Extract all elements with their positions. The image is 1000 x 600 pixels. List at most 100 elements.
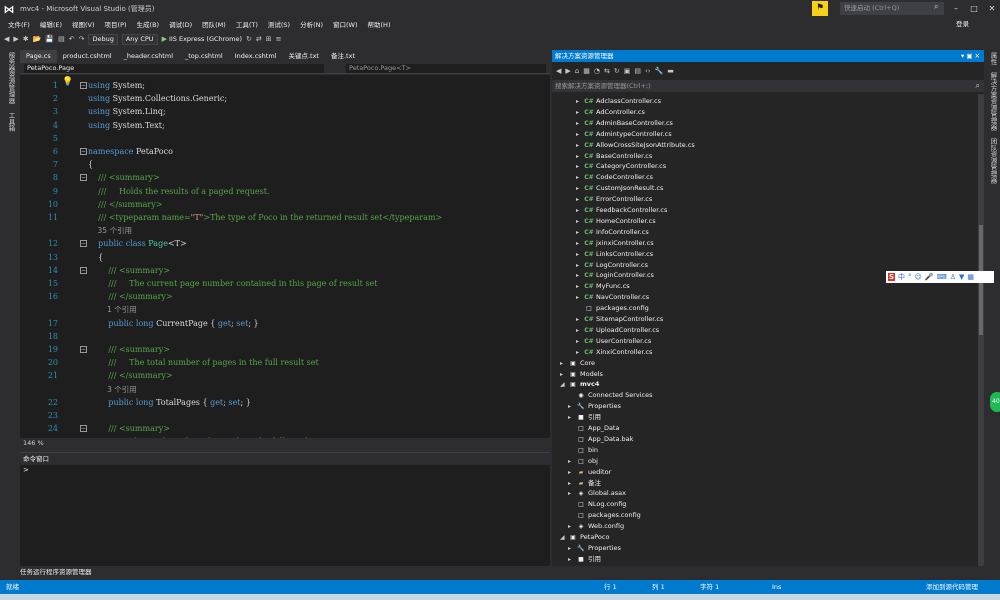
tree-item[interactable]: ▸ C# CategoryController.cs xyxy=(576,161,666,172)
expand-arrow-icon[interactable]: ▸ xyxy=(576,325,584,336)
ime-toolbar[interactable]: S 中 ° ☺ 🎤 ⌨ ♙ ▼ ▦ xyxy=(886,271,994,283)
code-line[interactable]: 2 using System.Collections.Generic; xyxy=(20,92,550,105)
configuration-select[interactable]: Debug xyxy=(88,33,118,45)
tree-item[interactable]: ▸ ■ 引用 xyxy=(568,554,601,565)
code-line[interactable]: 9 /// Holds the results of a paged reque… xyxy=(20,185,550,198)
preview-icon[interactable]: ▬ xyxy=(667,67,674,75)
tree-item[interactable]: ▸ □ obj xyxy=(568,456,598,467)
login-link[interactable]: 登录 xyxy=(956,18,969,28)
view-code-icon[interactable]: ‹› xyxy=(645,67,651,75)
solution-explorer-tab[interactable]: 解决方案资源管理器 xyxy=(988,72,998,131)
tree-item[interactable]: □ NLog.config xyxy=(568,499,626,510)
code-line[interactable]: 3 using System.Linq; xyxy=(20,105,550,118)
document-tab[interactable]: product.cshtml xyxy=(57,50,118,63)
tree-item[interactable]: ▸ ▣ Core xyxy=(560,358,595,369)
tree-item[interactable]: ▸ C# MyFunc.cs xyxy=(576,281,630,292)
show-all-files-icon[interactable]: ▤ xyxy=(634,67,641,75)
menu-item[interactable]: 文件(F) xyxy=(8,19,30,29)
tree-item[interactable]: ▸ C# NavController.cs xyxy=(576,292,649,303)
task-runner-explorer-tab[interactable]: 任务运行程序资源管理器 xyxy=(20,566,92,576)
user-icon[interactable]: ♙ xyxy=(950,273,956,281)
expand-arrow-icon[interactable]: ▸ xyxy=(576,140,584,151)
code-line[interactable]: 7{ xyxy=(20,158,550,171)
expand-arrow-icon[interactable]: ▸ xyxy=(576,151,584,162)
forward-icon[interactable]: ▶ xyxy=(13,35,18,43)
expand-arrow-icon[interactable]: ▸ xyxy=(576,292,584,303)
expand-arrow-icon[interactable]: ▸ xyxy=(568,467,576,478)
tree-item[interactable]: □ packages.config xyxy=(568,510,641,521)
redo-icon[interactable]: ↷ xyxy=(79,35,85,43)
code-line[interactable]: 10 /// </summary> xyxy=(20,198,550,211)
refresh-icon[interactable]: ↻ xyxy=(614,67,620,75)
code-line[interactable]: 21 /// </summary> xyxy=(20,369,550,382)
member-dropdown[interactable]: PetaPoco.Page<T> xyxy=(346,64,546,73)
tree-item[interactable]: ▸ C# SitemapController.cs xyxy=(576,314,663,325)
tree-item[interactable]: ▸ ▣ Models xyxy=(560,369,603,380)
document-tab[interactable]: 备注.txt xyxy=(325,50,361,63)
pending-changes-icon[interactable]: ◔ xyxy=(594,67,600,75)
document-tab[interactable]: _top.cshtml xyxy=(179,50,229,63)
fold-toggle-icon[interactable]: − xyxy=(80,240,87,248)
expand-arrow-icon[interactable]: ▸ xyxy=(576,216,584,227)
save-all-icon[interactable]: ▤ xyxy=(58,35,65,43)
save-icon[interactable]: 💾 xyxy=(45,35,54,43)
add-to-source-control-button[interactable]: 添加到源代码管理 xyxy=(926,580,978,594)
menu-item[interactable]: 团队(M) xyxy=(202,19,226,29)
tree-item[interactable]: ▸ ▰ 备注 xyxy=(568,478,601,489)
code-line[interactable]: 20 /// The total number of pages in the … xyxy=(20,356,550,369)
expand-arrow-icon[interactable]: ▸ xyxy=(576,347,584,358)
platform-select[interactable]: Any CPU xyxy=(121,33,158,45)
document-tab[interactable]: _header.cshtml xyxy=(118,50,179,63)
code-line[interactable]: 24 − /// <summary> xyxy=(20,422,550,435)
expand-arrow-icon[interactable]: ▸ xyxy=(568,478,576,489)
expand-arrow-icon[interactable]: ▸ xyxy=(576,227,584,238)
server-explorer-tab[interactable]: 服务器资源管理器 xyxy=(6,52,16,104)
code-line[interactable]: 6 − namespace PetaPoco xyxy=(20,145,550,158)
lightbulb-icon[interactable]: 💡 xyxy=(62,77,73,87)
tree-item[interactable]: ▸ C# HomeController.cs xyxy=(576,216,656,227)
toolbox-icon[interactable]: ▦ xyxy=(967,273,974,281)
properties-tab[interactable]: 属性 xyxy=(988,52,998,65)
tree-item[interactable]: ▸ C# AdmintypeController.cs xyxy=(576,129,672,140)
emoji-icon[interactable]: ☺ xyxy=(915,273,922,281)
document-tab[interactable]: Index.cshtml xyxy=(229,50,283,63)
properties-icon[interactable]: 🔧 xyxy=(655,67,664,75)
code-line[interactable]: 13 { xyxy=(20,251,550,264)
fold-toggle-icon[interactable]: − xyxy=(80,174,87,182)
notification-flag-icon[interactable]: ⚑ xyxy=(812,1,828,16)
tree-item[interactable]: ▸ C# UploadController.cs xyxy=(576,325,659,336)
toolbar-misc-icon[interactable]: ⊞ xyxy=(266,35,272,43)
tree-item[interactable]: ▸ C# LoginController.cs xyxy=(576,270,654,281)
expand-arrow-icon[interactable]: ▸ xyxy=(576,249,584,260)
back-icon[interactable]: ◀ xyxy=(4,35,9,43)
keyboard-icon[interactable]: ⌨ xyxy=(937,273,947,281)
code-line[interactable]: 5 xyxy=(20,132,550,145)
code-line[interactable]: 23 xyxy=(20,409,550,422)
code-line[interactable]: 3 个引用 xyxy=(20,383,550,396)
document-tab[interactable]: 关键点.txt xyxy=(282,50,325,63)
tree-item[interactable]: ◉ Connected Services xyxy=(568,390,652,401)
punctuation-icon[interactable]: ° xyxy=(908,273,912,281)
codelens-references[interactable]: 3 个引用 xyxy=(88,383,137,396)
run-icon[interactable]: ▶ xyxy=(162,35,167,43)
search-icon[interactable]: ⌕ xyxy=(934,2,938,12)
search-icon[interactable]: ⌕ xyxy=(976,80,980,92)
tree-item[interactable]: ▸ C# FeedbackController.cs xyxy=(576,205,667,216)
fold-toggle-icon[interactable]: − xyxy=(80,425,87,433)
codelens-references[interactable]: 1 个引用 xyxy=(88,303,137,316)
tree-item[interactable]: ▸ C# CodeController.cs xyxy=(576,172,653,183)
code-line[interactable]: 17 public long CurrentPage { get; set; } xyxy=(20,317,550,330)
code-line[interactable]: 15 /// The current page number contained… xyxy=(20,277,550,290)
expand-arrow-icon[interactable]: ▸ xyxy=(576,314,584,325)
code-line[interactable]: 4 using System.Text; xyxy=(20,119,550,132)
tree-item[interactable]: ▸ C# LogController.cs xyxy=(576,260,648,271)
code-line[interactable]: 1 个引用 xyxy=(20,303,550,316)
floating-badge[interactable]: 40 xyxy=(990,392,1000,412)
tree-item[interactable]: ▸ C# InfoController.cs xyxy=(576,227,649,238)
tree-item[interactable]: ▸ 🔧 Properties xyxy=(568,401,621,412)
tree-item[interactable]: ▸ C# AdminBaseController.cs xyxy=(576,118,673,129)
fold-toggle-icon[interactable]: − xyxy=(80,266,87,274)
tree-item[interactable]: ▸ C# XinxiController.cs xyxy=(576,347,652,358)
menu-item[interactable]: 生成(B) xyxy=(137,19,160,29)
solution-search-input[interactable]: 搜索解决方案资源管理器(Ctrl+;) xyxy=(552,80,984,92)
